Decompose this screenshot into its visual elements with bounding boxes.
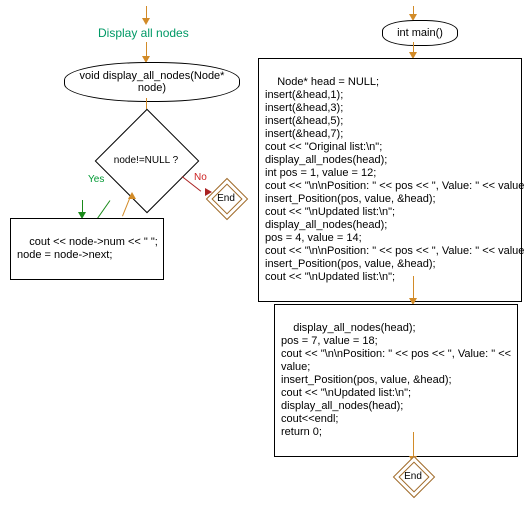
arrow — [413, 42, 414, 52]
arrow-head-up-icon — [128, 192, 136, 199]
arrow — [413, 276, 414, 298]
start-node-right: int main() — [382, 20, 458, 46]
start-node-left-text: void display_all_nodes(Node* node) — [71, 70, 233, 94]
arrow — [146, 6, 147, 18]
arrow — [413, 6, 414, 14]
arrow — [146, 42, 147, 56]
loop-body-text: cout << node->num << " "; node = node->n… — [17, 236, 158, 261]
arrow — [82, 200, 83, 212]
end-node-right: End — [399, 462, 427, 490]
code-block-2-text: display_all_nodes(head); pos = 7, value … — [281, 322, 511, 438]
code-block-1: Node* head = NULL; insert(&head,1); inse… — [258, 58, 522, 302]
flow-title: Display all nodes — [98, 26, 189, 40]
no-label: No — [194, 172, 207, 183]
loop-body-node: cout << node->num << " "; node = node->n… — [10, 218, 164, 280]
code-block-2: display_all_nodes(head); pos = 7, value … — [274, 304, 518, 457]
decision-text: node!=NULL ? — [110, 124, 182, 196]
arrow — [413, 432, 414, 456]
start-node-right-text: int main() — [397, 27, 443, 39]
end-text-right: End — [399, 462, 427, 490]
end-node-left: End — [212, 184, 240, 212]
yes-label: Yes — [88, 174, 104, 185]
flowchart-canvas: Display all nodes void display_all_nodes… — [0, 0, 525, 505]
end-text-left: End — [212, 184, 240, 212]
decision-node: node!=NULL ? — [110, 124, 182, 196]
code-block-1-text: Node* head = NULL; insert(&head,1); inse… — [265, 76, 525, 283]
arrow-head-down-icon — [142, 18, 150, 25]
start-node-left: void display_all_nodes(Node* node) — [64, 62, 240, 102]
